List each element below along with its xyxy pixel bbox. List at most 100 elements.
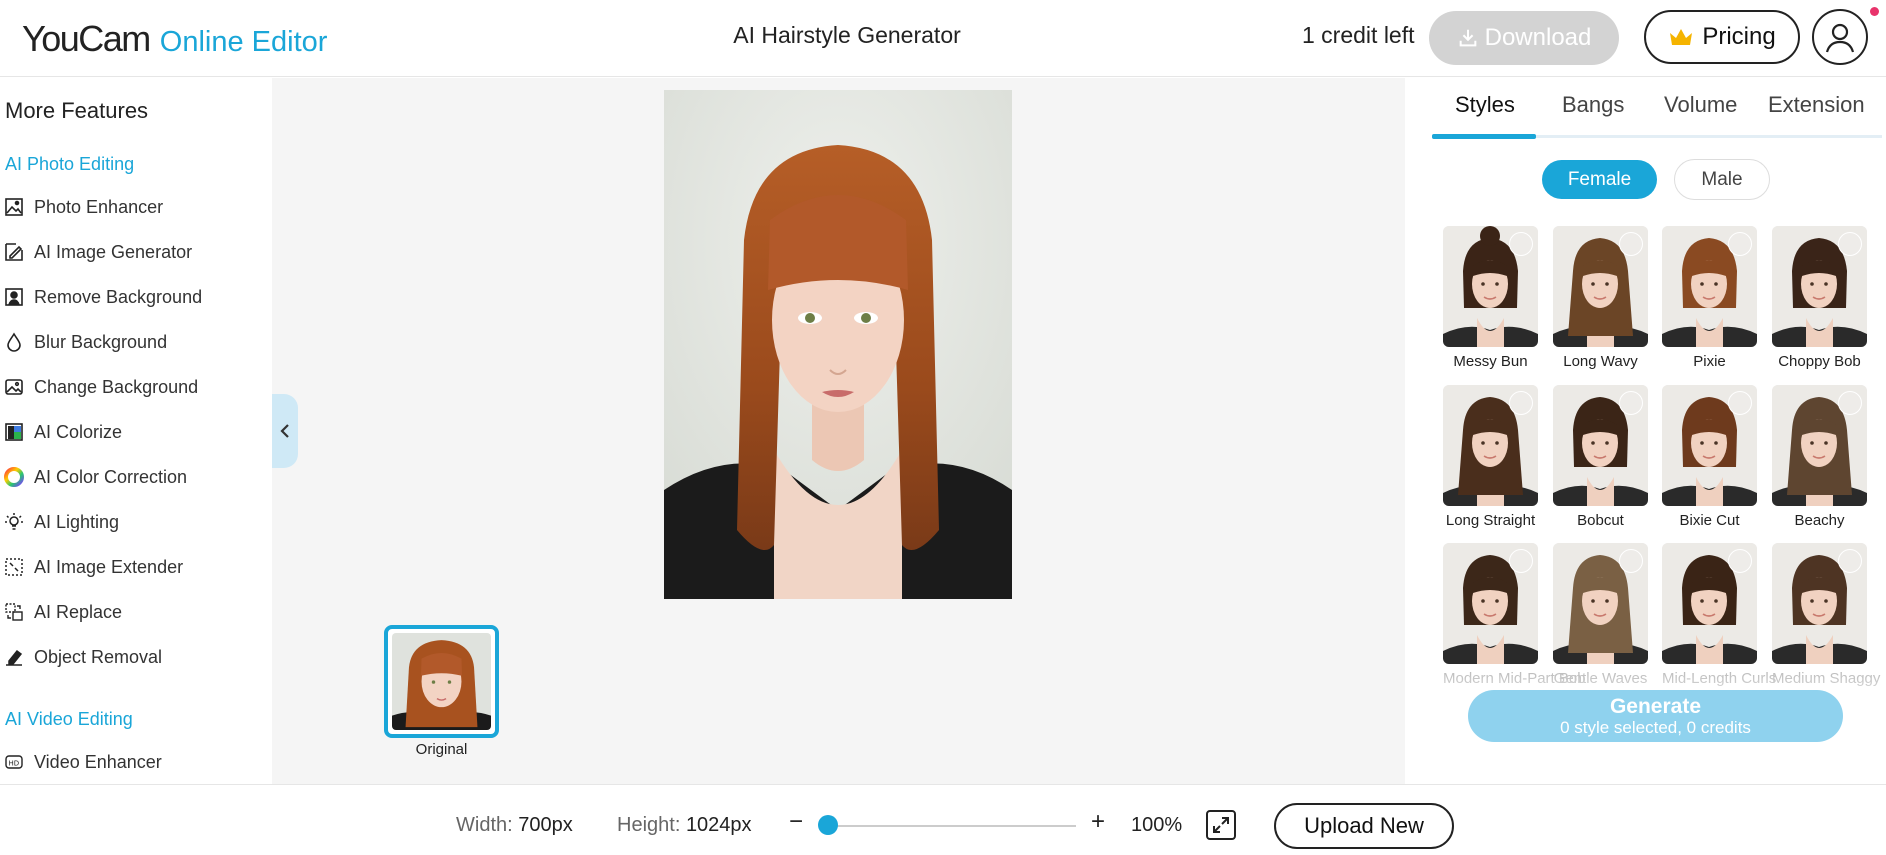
style-name: Beachy xyxy=(1794,512,1845,529)
notification-dot xyxy=(1870,7,1879,16)
width-readout: Width: 700px xyxy=(456,814,573,837)
zoom-slider-track[interactable] xyxy=(828,825,1076,827)
style-card[interactable]: Beachy xyxy=(1772,385,1867,529)
tab-volume[interactable]: Volume xyxy=(1664,92,1737,118)
tab-bangs[interactable]: Bangs xyxy=(1562,92,1624,118)
download-button[interactable]: Download xyxy=(1429,11,1619,65)
download-label: Download xyxy=(1484,24,1592,51)
style-thumbnail xyxy=(1772,226,1867,347)
sidebar-item-ai-image-extender[interactable]: AI Image Extender xyxy=(0,552,270,582)
hd-video-icon: HD xyxy=(4,752,24,772)
gender-female-button[interactable]: Female xyxy=(1542,160,1657,199)
style-select-checkbox[interactable] xyxy=(1619,549,1643,573)
height-value: 1024px xyxy=(685,814,752,836)
blur-drop-icon xyxy=(4,332,24,352)
style-card[interactable]: Gentle Waves xyxy=(1553,543,1648,687)
sidebar-item-label: AI Image Generator xyxy=(34,241,193,262)
sidebar-item-label: AI Lighting xyxy=(34,511,120,532)
section-ai-photo-editing: AI Photo Editing xyxy=(5,154,135,174)
main-photo xyxy=(664,90,1012,599)
style-thumbnail xyxy=(1553,226,1648,347)
style-thumbnail xyxy=(1772,385,1867,506)
style-select-checkbox[interactable] xyxy=(1619,391,1643,415)
style-select-checkbox[interactable] xyxy=(1509,391,1533,415)
style-thumbnail xyxy=(1553,385,1648,506)
sidebar-item-ai-lighting[interactable]: AI Lighting xyxy=(0,507,270,537)
style-thumbnail xyxy=(1772,543,1867,664)
tab-extension[interactable]: Extension xyxy=(1768,92,1865,118)
sidebar-item-label: AI Color Correction xyxy=(34,466,188,487)
style-card[interactable]: Long Wavy xyxy=(1553,226,1648,370)
style-card[interactable]: Medium Shaggy xyxy=(1772,543,1881,687)
bottom-toolbar xyxy=(0,784,1886,855)
sidebar-title: More Features xyxy=(5,98,149,123)
style-select-checkbox[interactable] xyxy=(1619,232,1643,256)
style-card[interactable]: Mid-Length Curls xyxy=(1662,543,1776,687)
style-select-checkbox[interactable] xyxy=(1728,549,1752,573)
style-card[interactable]: Choppy Bob xyxy=(1772,226,1867,370)
style-name: Medium Shaggy xyxy=(1772,670,1881,687)
sidebar-item-ai-colorize[interactable]: AI Colorize xyxy=(0,417,270,447)
photo-enhancer-icon xyxy=(4,197,24,217)
original-thumbnail[interactable] xyxy=(384,625,499,738)
height-label: Height: xyxy=(617,814,681,836)
style-select-checkbox[interactable] xyxy=(1509,232,1533,256)
style-name: Choppy Bob xyxy=(1778,353,1861,370)
style-card[interactable]: Long Straight xyxy=(1443,385,1538,529)
generate-label: Generate xyxy=(1609,694,1702,718)
zoom-slider-handle[interactable] xyxy=(818,815,838,835)
sidebar-item-object-removal[interactable]: Object Removal xyxy=(0,642,270,672)
sidebar-item-blur-background[interactable]: Blur Background xyxy=(0,327,270,357)
pricing-button[interactable]: Pricing xyxy=(1644,10,1800,64)
width-value: 700px xyxy=(518,814,573,836)
generate-button[interactable]: Generate 0 style selected, 0 credits xyxy=(1468,690,1843,742)
upload-new-button[interactable]: Upload New xyxy=(1274,803,1454,849)
style-select-checkbox[interactable] xyxy=(1509,549,1533,573)
sidebar-item-ai-replace[interactable]: AI Replace xyxy=(0,597,270,627)
tab-styles[interactable]: Styles xyxy=(1455,92,1515,118)
extender-icon xyxy=(4,557,24,577)
zoom-in-button[interactable]: + xyxy=(1088,808,1108,836)
style-select-checkbox[interactable] xyxy=(1838,391,1862,415)
sidebar-item-label: AI Colorize xyxy=(34,421,123,442)
style-select-checkbox[interactable] xyxy=(1838,232,1862,256)
style-thumbnail xyxy=(1662,543,1757,664)
style-name: Gentle Waves xyxy=(1553,670,1648,687)
sidebar-item-video-enhancer[interactable]: HD Video Enhancer xyxy=(0,747,270,777)
sidebar-item-ai-image-generator[interactable]: AI Image Generator xyxy=(0,237,270,267)
style-thumbnail xyxy=(1553,543,1648,664)
style-name: Messy Bun xyxy=(1453,353,1528,370)
sidebar-item-remove-background[interactable]: Remove Background xyxy=(0,282,270,312)
style-card[interactable]: Pixie xyxy=(1662,226,1757,370)
gender-male-button[interactable]: Male xyxy=(1674,159,1770,200)
remove-background-icon xyxy=(4,287,24,307)
account-avatar-button[interactable] xyxy=(1812,9,1868,65)
crown-icon xyxy=(1670,29,1693,45)
sidebar-item-label: Remove Background xyxy=(34,286,203,307)
fit-screen-button[interactable] xyxy=(1206,810,1236,840)
svg-text:HD: HD xyxy=(9,760,20,768)
collapse-sidebar-button[interactable] xyxy=(272,394,298,468)
thumbnail-label: Original xyxy=(415,741,468,758)
change-background-icon xyxy=(4,377,24,397)
sidebar-item-photo-enhancer[interactable]: Photo Enhancer xyxy=(0,192,270,222)
sidebar-item-change-background[interactable]: Change Background xyxy=(0,372,270,402)
thumbnail-image xyxy=(392,633,491,730)
style-card[interactable]: Bixie Cut xyxy=(1662,385,1757,529)
style-card[interactable]: Messy Bun xyxy=(1443,226,1538,370)
style-select-checkbox[interactable] xyxy=(1838,549,1862,573)
sidebar-item-label: Change Background xyxy=(34,376,199,397)
style-select-checkbox[interactable] xyxy=(1728,391,1752,415)
style-select-checkbox[interactable] xyxy=(1728,232,1752,256)
style-thumbnail xyxy=(1443,385,1538,506)
sidebar-item-ai-color-correction[interactable]: AI Color Correction xyxy=(0,462,270,492)
style-name: Pixie xyxy=(1693,353,1726,370)
style-card[interactable]: Modern Mid-Part Bob xyxy=(1443,543,1586,687)
portrait-image xyxy=(664,90,1012,599)
image-generator-icon xyxy=(4,242,24,262)
style-card[interactable]: Bobcut xyxy=(1553,385,1648,529)
sidebar-item-label: Video Enhancer xyxy=(34,751,162,772)
colorize-icon xyxy=(4,422,24,442)
zoom-out-button[interactable]: − xyxy=(786,808,806,836)
features-sidebar: More Features AI Photo Editing Photo Enh… xyxy=(0,78,272,784)
